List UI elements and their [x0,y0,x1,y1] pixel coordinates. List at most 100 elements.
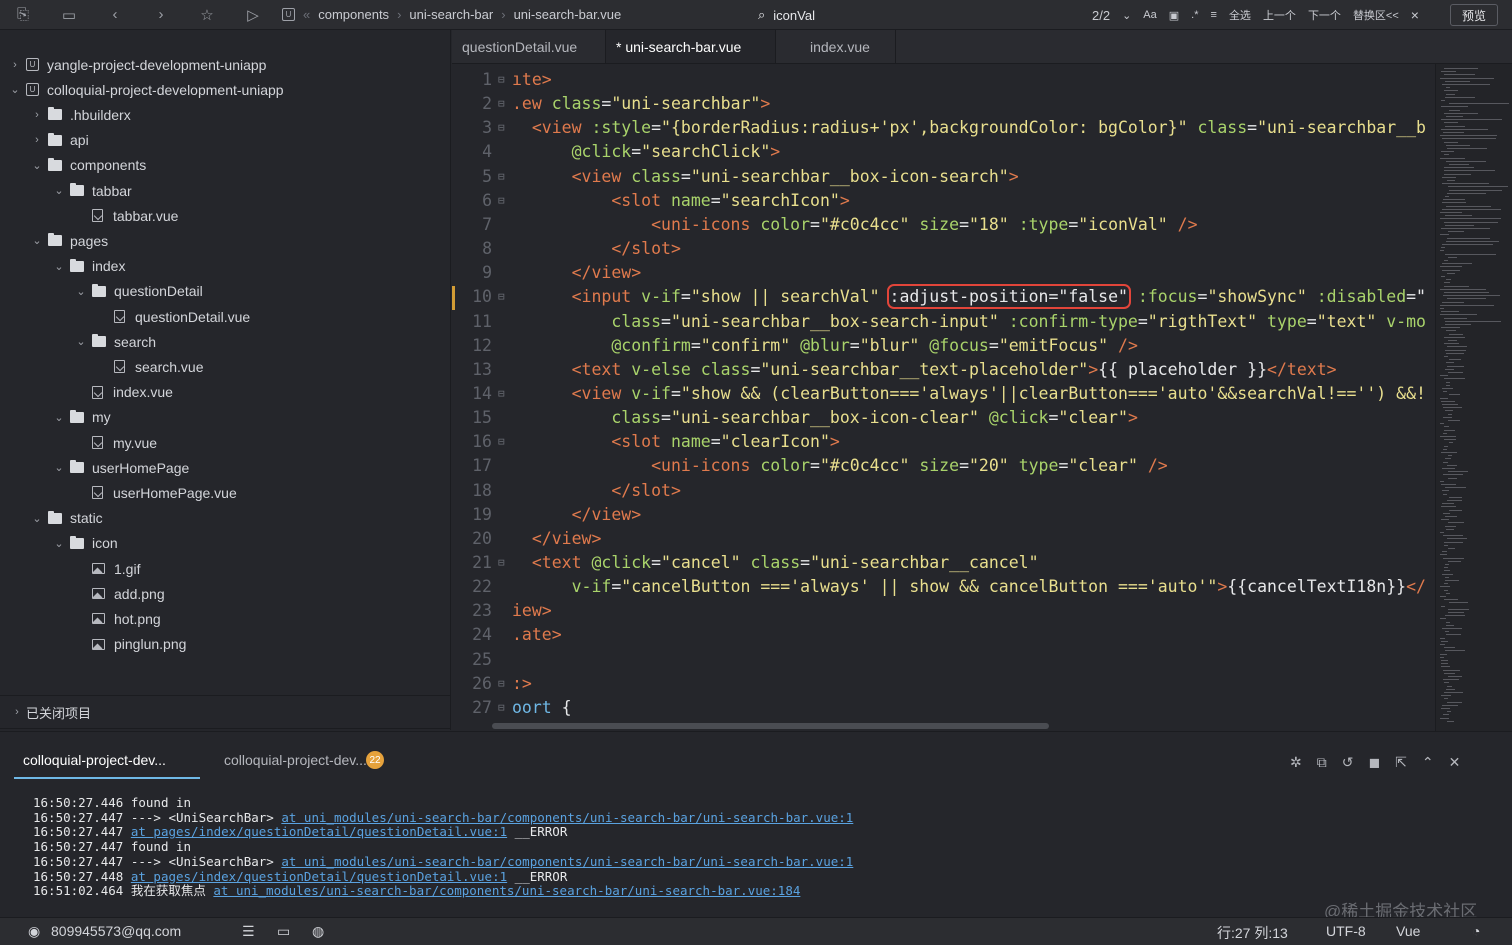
tree-item[interactable]: ⌄ pages [30,228,108,253]
tree-item[interactable]: my.vue [74,430,157,455]
whole-word-icon[interactable]: ▣ [1169,9,1179,22]
tree-item[interactable]: userHomePage.vue [74,480,237,505]
next-match-button[interactable]: 下一个 [1308,7,1341,23]
code-line[interactable]: 26 ⊟:> [452,672,1435,696]
replay-icon[interactable]: ↺ [1342,754,1354,771]
run-icon[interactable]: ▷ [230,0,276,30]
fold-icon[interactable]: ⊟ [498,551,510,575]
code-line[interactable]: 15 class="uni-searchbar__box-icon-clear"… [452,406,1435,430]
breadcrumb-item[interactable]: components [318,7,389,22]
closed-projects-row[interactable]: › 已关闭项目 [0,695,451,728]
log-source-link[interactable]: at uni_modules/uni-search-bar/components… [213,883,800,898]
log-source-link[interactable]: at pages/index/questionDetail/questionDe… [131,869,507,884]
tree-item[interactable]: ⌄ my [52,405,110,430]
tree-item[interactable]: 1.gif [74,556,140,581]
code-line[interactable]: 14 ⊟ <view v-if="show && (clearButton==='… [452,382,1435,406]
horizontal-scrollbar[interactable] [492,723,1049,729]
tree-item[interactable]: tabbar.vue [74,203,178,228]
code-editor[interactable]: 1 ⊟ ıte> 2 ⊟ .ew class="uni-searchbar"> 3 ⊟ <vi… [452,64,1435,731]
code-line[interactable]: 1 ⊟ ıte> [452,68,1435,92]
terminal-icon[interactable]: ▭ [277,923,290,940]
tree-item[interactable]: ⌄ icon [52,531,117,556]
find-input[interactable]: iconVal [773,8,815,23]
back-icon[interactable]: ‹ [92,0,138,30]
tree-item[interactable]: index.vue [74,380,173,405]
forward-icon[interactable]: › [138,0,184,30]
fold-icon[interactable]: ⊟ [498,68,510,92]
preview-button[interactable]: 预览 [1450,4,1498,26]
code-line[interactable]: 7 <uni-icons color="#c0c4cc" size="18" :… [452,213,1435,237]
code-line[interactable]: 22 v-if="cancelButton ==='always' || sho… [452,575,1435,599]
list-icon[interactable]: ≡ [1211,9,1217,21]
chevron-down-icon[interactable]: ⌄ [30,512,44,525]
language-mode[interactable]: Vue [1396,923,1420,939]
tree-item[interactable]: ⌄ components [30,153,146,178]
code-line[interactable]: 6 ⊟ <slot name="searchIcon"> [452,189,1435,213]
new-file-icon[interactable]: ⎘ [0,0,46,30]
fold-icon[interactable]: ⊟ [498,189,510,213]
log-source-link[interactable]: at pages/index/questionDetail/questionDe… [131,824,507,840]
code-line[interactable]: 24 .ate> [452,623,1435,647]
tree-item[interactable]: questionDetail.vue [96,304,250,329]
star-icon[interactable]: ☆ [184,0,230,30]
code-line[interactable]: 4 @click="searchClick"> [452,140,1435,164]
tree-item[interactable]: pinglun.png [74,632,186,657]
code-line[interactable]: 18 </slot> [452,479,1435,503]
code-line[interactable]: 20 </view> [452,527,1435,551]
fold-icon[interactable]: ⊟ [498,165,510,189]
chevron-right-icon[interactable]: › [8,59,22,71]
fold-icon[interactable]: ⊟ [498,285,510,309]
tree-item[interactable]: ⌄ tabbar [52,178,131,203]
minimap[interactable] [1435,64,1512,731]
globe-icon[interactable]: ◍ [312,923,324,940]
breadcrumb-item[interactable]: uni-search-bar [409,7,493,22]
tree-item[interactable]: ⌄ userHomePage [52,455,189,480]
breadcrumb-item[interactable]: uni-search-bar.vue [514,7,622,22]
log-source-link[interactable]: at uni_modules/uni-search-bar/components… [281,854,853,869]
fold-icon[interactable]: ⊟ [498,92,510,116]
tree-item[interactable]: ⌄ index [52,254,125,279]
tree-item[interactable]: add.png [74,581,165,606]
chevron-down-icon[interactable]: ⌄ [52,411,66,424]
code-line[interactable]: 21 ⊟ <text @click="cancel" class="uni-sea… [452,551,1435,575]
chevron-down-icon[interactable]: ⌄ [1122,9,1131,22]
prev-match-button[interactable]: 上一个 [1263,7,1296,23]
code-line[interactable]: 11 class="uni-searchbar__box-search-inpu… [452,310,1435,334]
code-line[interactable]: 3 ⊟ <view :style="{borderRadius:radius+'p… [452,116,1435,140]
chevron-down-icon[interactable]: ⌄ [74,285,88,298]
fold-icon[interactable]: ⊟ [498,696,510,720]
copy-icon[interactable]: ⧉ [1317,754,1327,771]
chevron-up-icon[interactable]: ⌃ [1422,754,1434,771]
select-all-button[interactable]: 全选 [1229,7,1251,23]
export-icon[interactable]: ⇱ [1395,754,1407,771]
chevron-down-icon[interactable]: ⌄ [30,159,44,172]
code-line[interactable]: 27 ⊟ oort { [452,696,1435,720]
chevron-down-icon[interactable]: ⌄ [74,335,88,348]
save-icon[interactable]: ▭ [46,0,92,30]
fold-icon[interactable]: ⊟ [498,672,510,696]
fold-icon[interactable]: ⊟ [498,430,510,454]
code-line[interactable]: 23 iew> [452,599,1435,623]
chevron-down-icon[interactable]: ⌄ [52,537,66,550]
tab-index[interactable]: index.vue [776,30,896,63]
code-line[interactable]: 13 <text v-else class="uni-searchbar__te… [452,358,1435,382]
code-line[interactable]: 9 </view> [452,261,1435,285]
tree-item[interactable]: › .hbuilderx [30,102,131,127]
tree-item[interactable]: ⌄ static [30,506,102,531]
tree-item[interactable]: ⌄ questionDetail [74,279,202,304]
encoding[interactable]: UTF-8 [1326,923,1366,939]
close-find-button[interactable]: × [1411,7,1419,23]
tree-item[interactable]: › api [30,128,89,153]
tree-item[interactable]: ⌄ Ucolloquial-project-development-uniapp [8,77,283,102]
tab-question-detail[interactable]: questionDetail.vue [452,30,606,63]
user-account[interactable]: 809945573@qq.com [51,923,181,939]
code-line[interactable]: 17 <uni-icons color="#c0c4cc" size="20" … [452,454,1435,478]
chevron-down-icon[interactable]: ⌄ [30,234,44,247]
code-line[interactable]: 19 </view> [452,503,1435,527]
code-line[interactable]: 16 ⊟ <slot name="clearIcon"> [452,430,1435,454]
code-line[interactable]: 2 ⊟ .ew class="uni-searchbar"> [452,92,1435,116]
fold-icon[interactable]: ⊟ [498,382,510,406]
tree-item[interactable]: search.vue [96,354,203,379]
chevron-right-icon[interactable]: › [30,109,44,121]
chevron-down-icon[interactable]: ⌄ [52,184,66,197]
